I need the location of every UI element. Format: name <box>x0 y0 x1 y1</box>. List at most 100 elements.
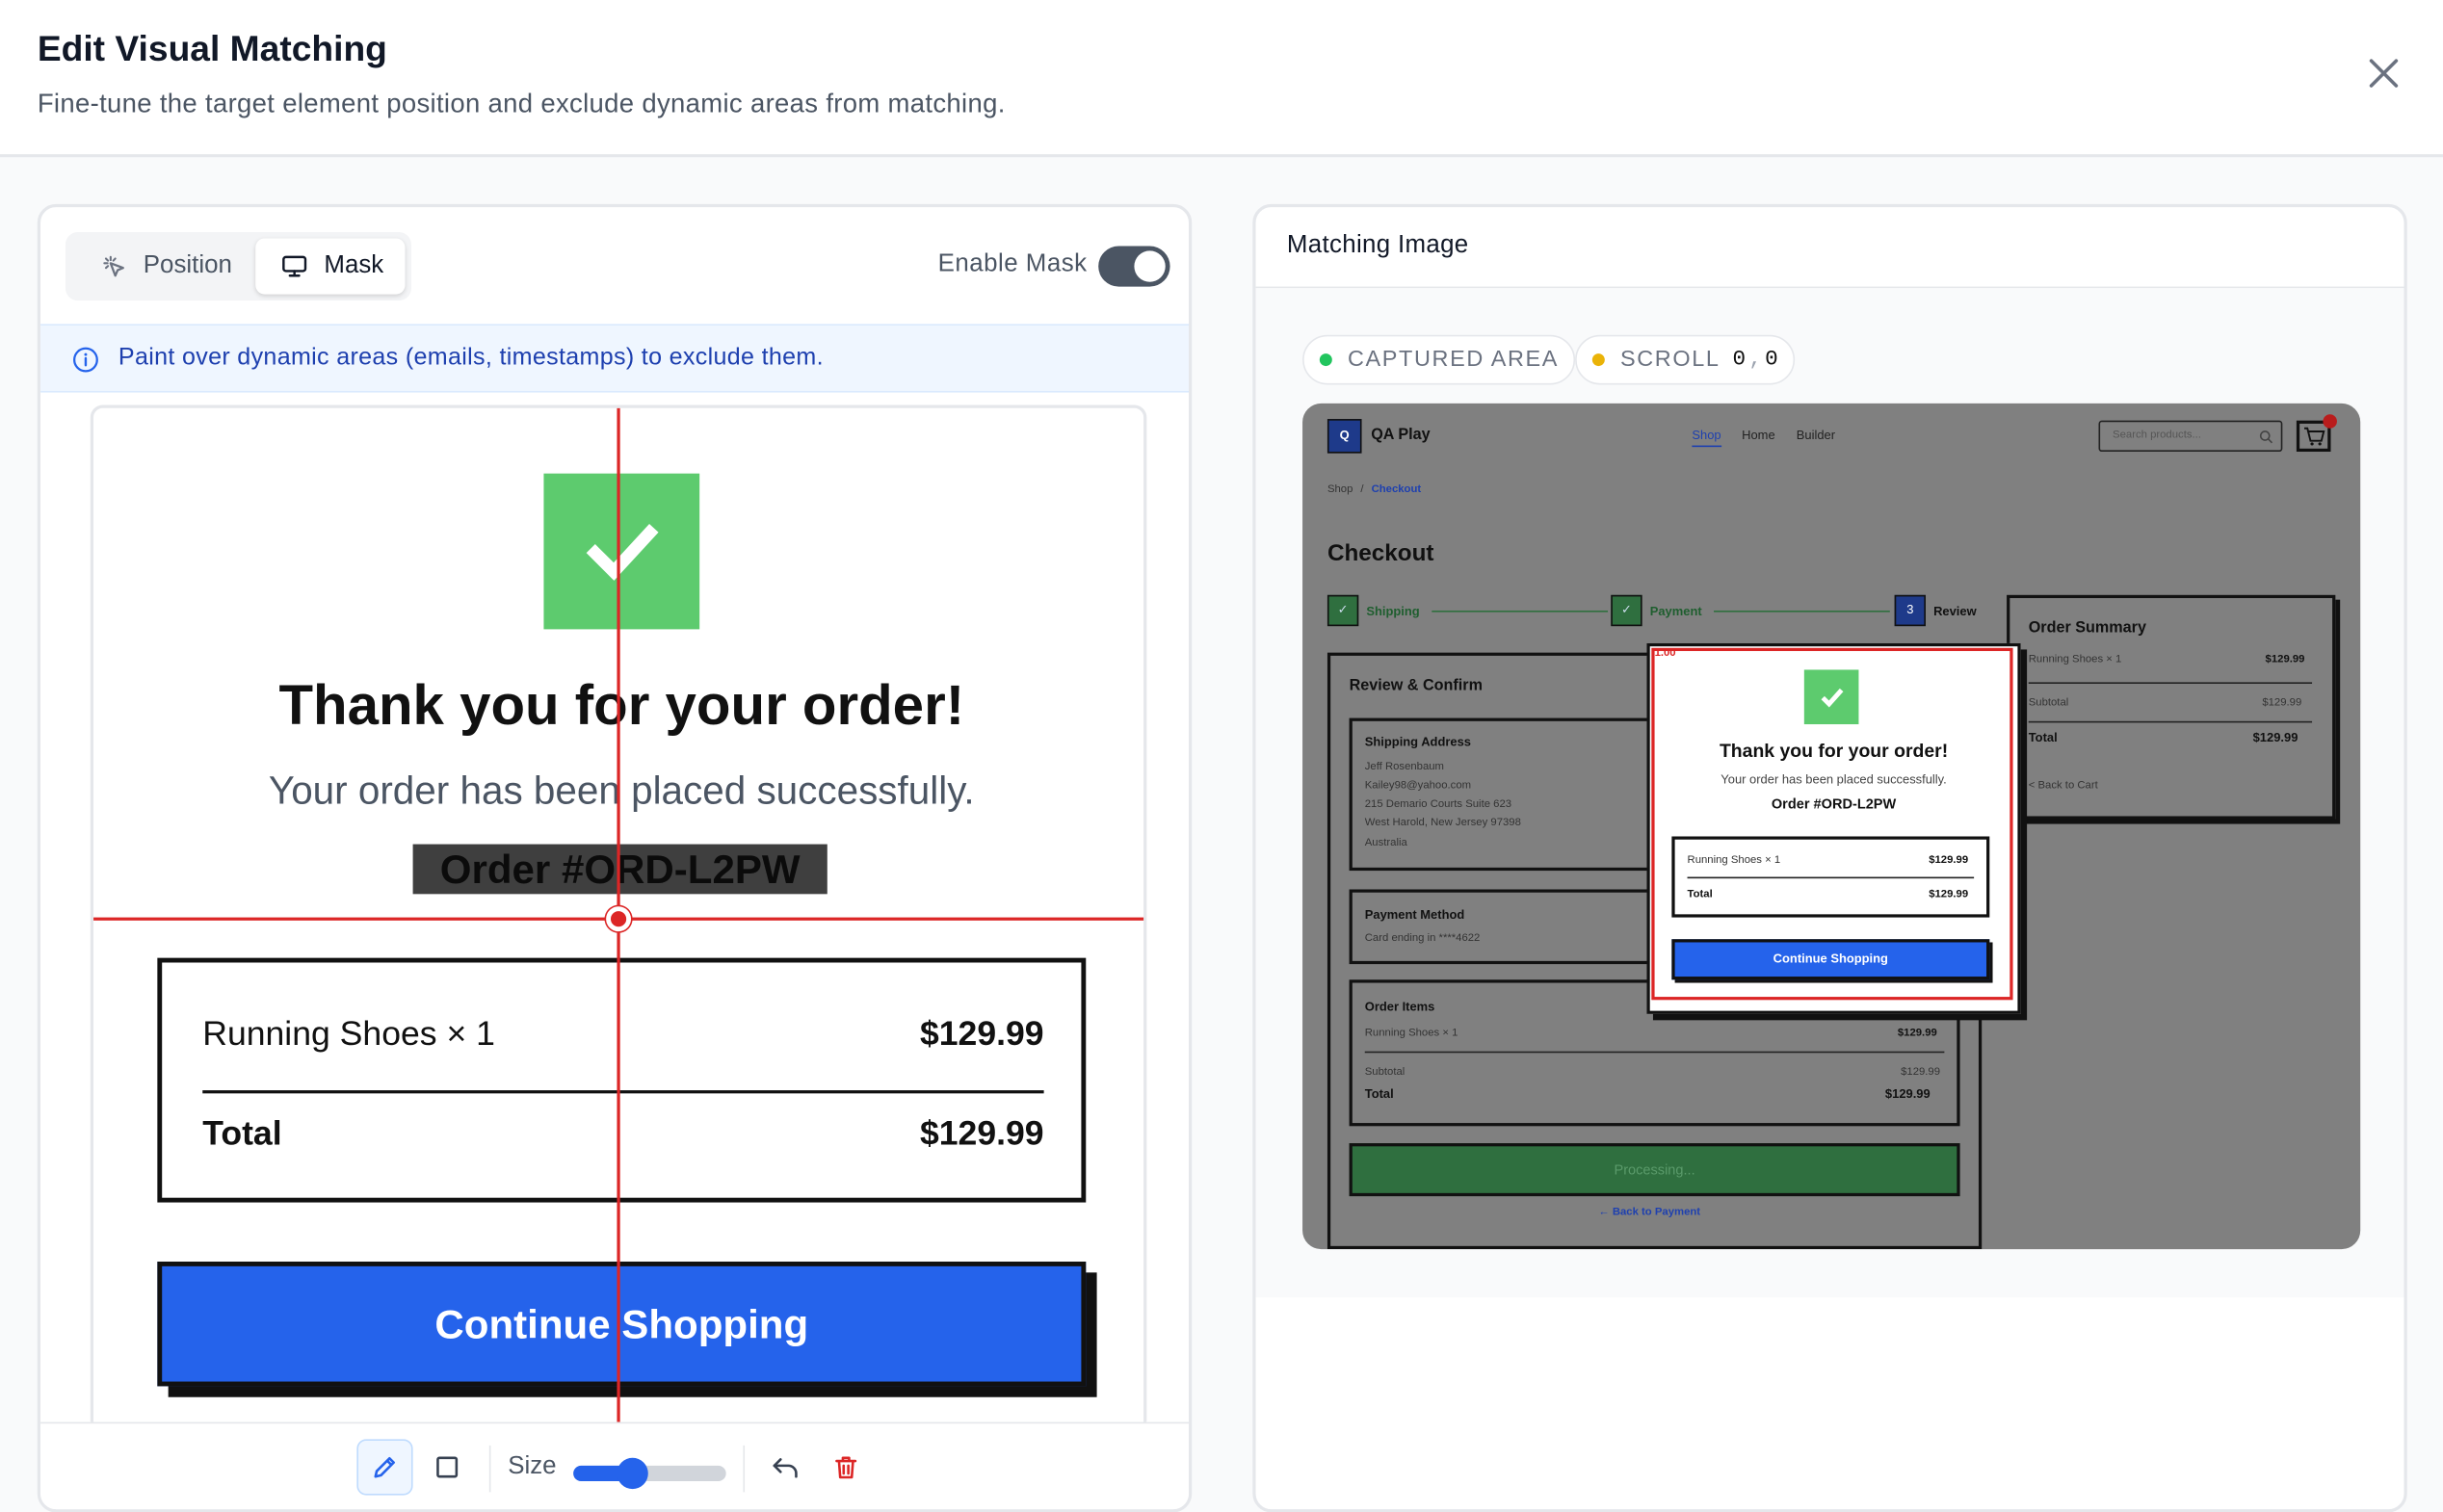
shot-summary-subtotal-price: $129.99 <box>2262 697 2302 709</box>
check-icon <box>1821 688 1844 708</box>
shot-total-price: $129.99 <box>1884 1086 1931 1102</box>
shot-shipping-line: Australia <box>1364 838 1407 849</box>
shot-payment-title: Payment Method <box>1364 907 1465 923</box>
shot-search: Search products... <box>2098 420 2283 453</box>
enable-mask-toggle[interactable] <box>1098 246 1170 287</box>
slider-thumb[interactable] <box>617 1457 648 1490</box>
info-text: Paint over dynamic areas (emails, timest… <box>118 344 824 371</box>
shot-modal-subtitle: Your order has been placed successfully. <box>1721 772 1947 787</box>
shot-brand: QA Play <box>1371 427 1431 444</box>
square-icon <box>436 1456 459 1478</box>
trash-icon <box>835 1456 857 1479</box>
shot-summary-item: Running Shoes × 1 <box>2028 654 2122 665</box>
brush-size-slider[interactable] <box>573 1457 726 1490</box>
receipt-item-row: Running Shoes × 1 $129.99 <box>202 1014 1043 1055</box>
receipt-item-label: Running Shoes × 1 <box>202 1013 495 1054</box>
shot-step-3-label: Review <box>1933 604 1977 619</box>
shot-modal-button: Continue Shopping <box>1671 939 1990 980</box>
shot-processing-button: Processing... <box>1349 1143 1960 1197</box>
shot-step-line <box>1432 610 1609 613</box>
shot-step-1-label: Shipping <box>1366 604 1420 619</box>
shot-logo: Q <box>1327 419 1362 454</box>
undo-button[interactable] <box>757 1439 813 1495</box>
search-icon <box>2259 430 2273 444</box>
shot-step-1: ✓ <box>1327 594 1359 627</box>
matching-image-title: Matching Image <box>1286 231 1469 259</box>
scroll-y: 0 <box>1765 347 1778 373</box>
shot-breadcrumb-current: Checkout <box>1371 483 1422 496</box>
shot-modal-order: Order #ORD-L2PW <box>1771 795 1897 812</box>
shot-summary-back: < Back to Cart <box>2028 780 2098 792</box>
dialog-subtitle: Fine-tune the target element position an… <box>37 89 1006 118</box>
receipt-total-price: $129.99 <box>919 1113 1044 1153</box>
shot-nav-home: Home <box>1742 428 1775 443</box>
shot-subtotal-label: Subtotal <box>1364 1066 1405 1079</box>
size-label: Size <box>508 1452 557 1480</box>
captured-screenshot: Q QA Play Shop Home Builder Search produ… <box>1302 403 2361 1250</box>
shot-step-line <box>1714 610 1890 613</box>
receipt-item-price: $129.99 <box>919 1013 1044 1054</box>
match-score: 1.00 <box>1654 647 1676 660</box>
tab-mask-label: Mask <box>324 252 384 279</box>
matching-image-panel: Matching Image CAPTURED AREA SCROLL 0 , … <box>1252 203 2407 1512</box>
dialog-header: Edit Visual Matching Fine-tune the targe… <box>0 0 2443 158</box>
shot-shipping-line: Jeff Rosenbaum <box>1364 761 1445 773</box>
shot-summary-title: Order Summary <box>2028 619 2146 638</box>
shot-step-2-label: Payment <box>1649 604 1702 619</box>
shot-items-title: Order Items <box>1364 1000 1435 1014</box>
scroll-dot <box>1591 353 1605 367</box>
shot-modal-check-box <box>1803 669 1859 725</box>
shot-summary-divider <box>2028 682 2313 684</box>
shot-nav-builder: Builder <box>1796 428 1836 443</box>
clear-mask-button[interactable] <box>818 1439 874 1495</box>
shot-item-label: Running Shoes × 1 <box>1364 1028 1458 1039</box>
tab-position[interactable]: Position <box>71 238 252 294</box>
tab-mask[interactable]: Mask <box>255 238 406 295</box>
shot-modal-total: Total <box>1687 889 1713 900</box>
shot-item-price: $129.99 <box>1897 1028 1937 1039</box>
scroll-badge: SCROLL 0 , 0 <box>1575 334 1796 385</box>
toolbar-separator <box>743 1445 746 1493</box>
tab-position-label: Position <box>143 252 232 279</box>
receipt-divider <box>202 1090 1044 1094</box>
matching-image-header: Matching Image <box>1255 207 2404 289</box>
pencil-icon <box>374 1456 395 1478</box>
shot-step-3: 3 <box>1894 594 1926 627</box>
shot-shipping-line: 215 Demario Courts Suite 623 <box>1364 798 1512 810</box>
shot-shipping-title: Shipping Address <box>1364 735 1471 749</box>
shot-back-link: ← Back to Payment <box>1598 1207 1701 1218</box>
shot-total-label: Total <box>1364 1086 1394 1102</box>
cart-icon <box>2303 427 2325 446</box>
preview-receipt: Running Shoes × 1 $129.99 Total $129.99 <box>157 957 1087 1203</box>
shot-items-divider <box>1364 1051 1945 1054</box>
shot-cart-badge <box>2323 414 2337 429</box>
shot-search-placeholder: Search products... <box>2113 430 2201 441</box>
rectangle-tool-button[interactable] <box>419 1439 475 1495</box>
toolbar-separator <box>488 1445 491 1493</box>
shot-subtotal-price: $129.99 <box>1901 1066 1941 1079</box>
shot-summary-subtotal: Subtotal <box>2028 697 2069 709</box>
shot-modal-item-price: $129.99 <box>1929 854 1969 867</box>
success-check-box <box>543 473 700 630</box>
close-icon[interactable] <box>2362 51 2405 94</box>
scroll-x: 0 <box>1732 347 1747 373</box>
shot-modal-title: Thank you for your order! <box>1719 740 1949 762</box>
shot-breadcrumb-sep: / <box>1360 483 1364 496</box>
brush-tool-button[interactable] <box>356 1439 413 1496</box>
mode-switch: Position Mask <box>65 231 411 301</box>
shot-payment-line: Card ending in ****4622 <box>1364 932 1481 945</box>
captured-area-badge: CAPTURED AREA <box>1302 334 1576 385</box>
crosshair-handle[interactable] <box>606 906 632 932</box>
captured-area-label: CAPTURED AREA <box>1347 347 1560 373</box>
shot-shipping-line: West Harold, New Jersey 97398 <box>1364 818 1521 829</box>
shot-summary-total-price: $129.99 <box>2252 730 2299 745</box>
shot-shipping-line: Kailey98@yahoo.com <box>1364 780 1472 792</box>
shot-summary-divider <box>2028 720 2313 723</box>
mask-editor-panel: Position Mask Enable Mask Paint over dyn… <box>37 203 1193 1512</box>
shot-nav-shop: Shop <box>1692 429 1721 448</box>
shot-summary-item-price: $129.99 <box>2265 654 2305 665</box>
mask-canvas[interactable]: Thank you for your order! Your order has… <box>90 404 1147 1433</box>
info-icon <box>73 347 98 373</box>
receipt-total-label: Total <box>202 1113 282 1153</box>
shot-modal-total-price: $129.99 <box>1929 889 1969 900</box>
